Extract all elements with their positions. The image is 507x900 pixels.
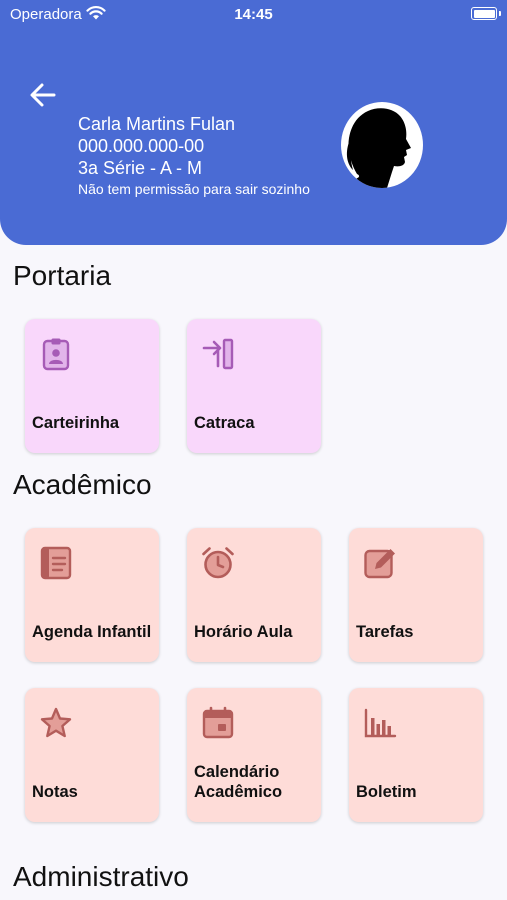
tile-notas[interactable]: Notas xyxy=(25,688,159,822)
student-name: Carla Martins Fulan xyxy=(78,114,236,134)
tile-horario-aula[interactable]: Horário Aula xyxy=(187,528,321,662)
profile-header: Operadora 14:45 Carla Martins Fulan 000.… xyxy=(0,0,507,245)
back-arrow-icon[interactable] xyxy=(28,80,58,110)
turnstile-icon xyxy=(202,338,234,370)
edit-task-icon xyxy=(364,549,395,579)
clock-time: 14:45 xyxy=(234,6,273,23)
tile-carteirinha[interactable]: Carteirinha xyxy=(25,319,159,453)
tile-calendario-academico[interactable]: Calendário Acadêmico xyxy=(187,688,321,822)
tile-label: Horário Aula xyxy=(194,623,293,641)
tile-boletim[interactable]: Boletim xyxy=(349,688,483,822)
battery-icon xyxy=(471,7,497,20)
battery-nub xyxy=(499,11,501,16)
tile-agenda-infantil[interactable]: Agenda Infantil xyxy=(25,528,159,662)
bar-chart-icon xyxy=(364,708,397,738)
tile-catraca[interactable]: Catraca xyxy=(187,319,321,453)
student-info: Carla Martins Fulan 000.000.000-00 3a Sé… xyxy=(78,113,310,198)
id-badge-icon xyxy=(42,338,70,371)
tile-label: Tarefas xyxy=(356,623,414,641)
tile-label: Notas xyxy=(32,783,78,801)
section-portaria-title: Portaria xyxy=(13,260,112,291)
student-permission: Não tem permissão para sair sozinho xyxy=(78,181,310,197)
tile-label: Agenda Infantil xyxy=(32,623,152,641)
tile-label: Catraca xyxy=(194,414,255,432)
section-academico-title: Acadêmico xyxy=(13,469,152,500)
student-class: 3a Série - A - M xyxy=(78,158,203,178)
status-bar: Operadora 14:45 xyxy=(0,0,507,30)
calendar-icon xyxy=(202,706,234,739)
avatar[interactable] xyxy=(341,102,423,188)
agenda-book-icon xyxy=(40,546,72,580)
student-id: 000.000.000-00 xyxy=(78,136,205,156)
tile-label: Boletim xyxy=(356,783,417,801)
silhouette-icon xyxy=(348,108,411,188)
section-administrativo-title: Administrativo xyxy=(13,861,189,892)
tile-tarefas[interactable]: Tarefas xyxy=(349,528,483,662)
tile-label: Carteirinha xyxy=(32,414,120,432)
star-icon xyxy=(40,707,72,738)
alarm-clock-icon xyxy=(202,547,234,579)
tile-label: Calendário Acadêmico xyxy=(194,763,283,801)
